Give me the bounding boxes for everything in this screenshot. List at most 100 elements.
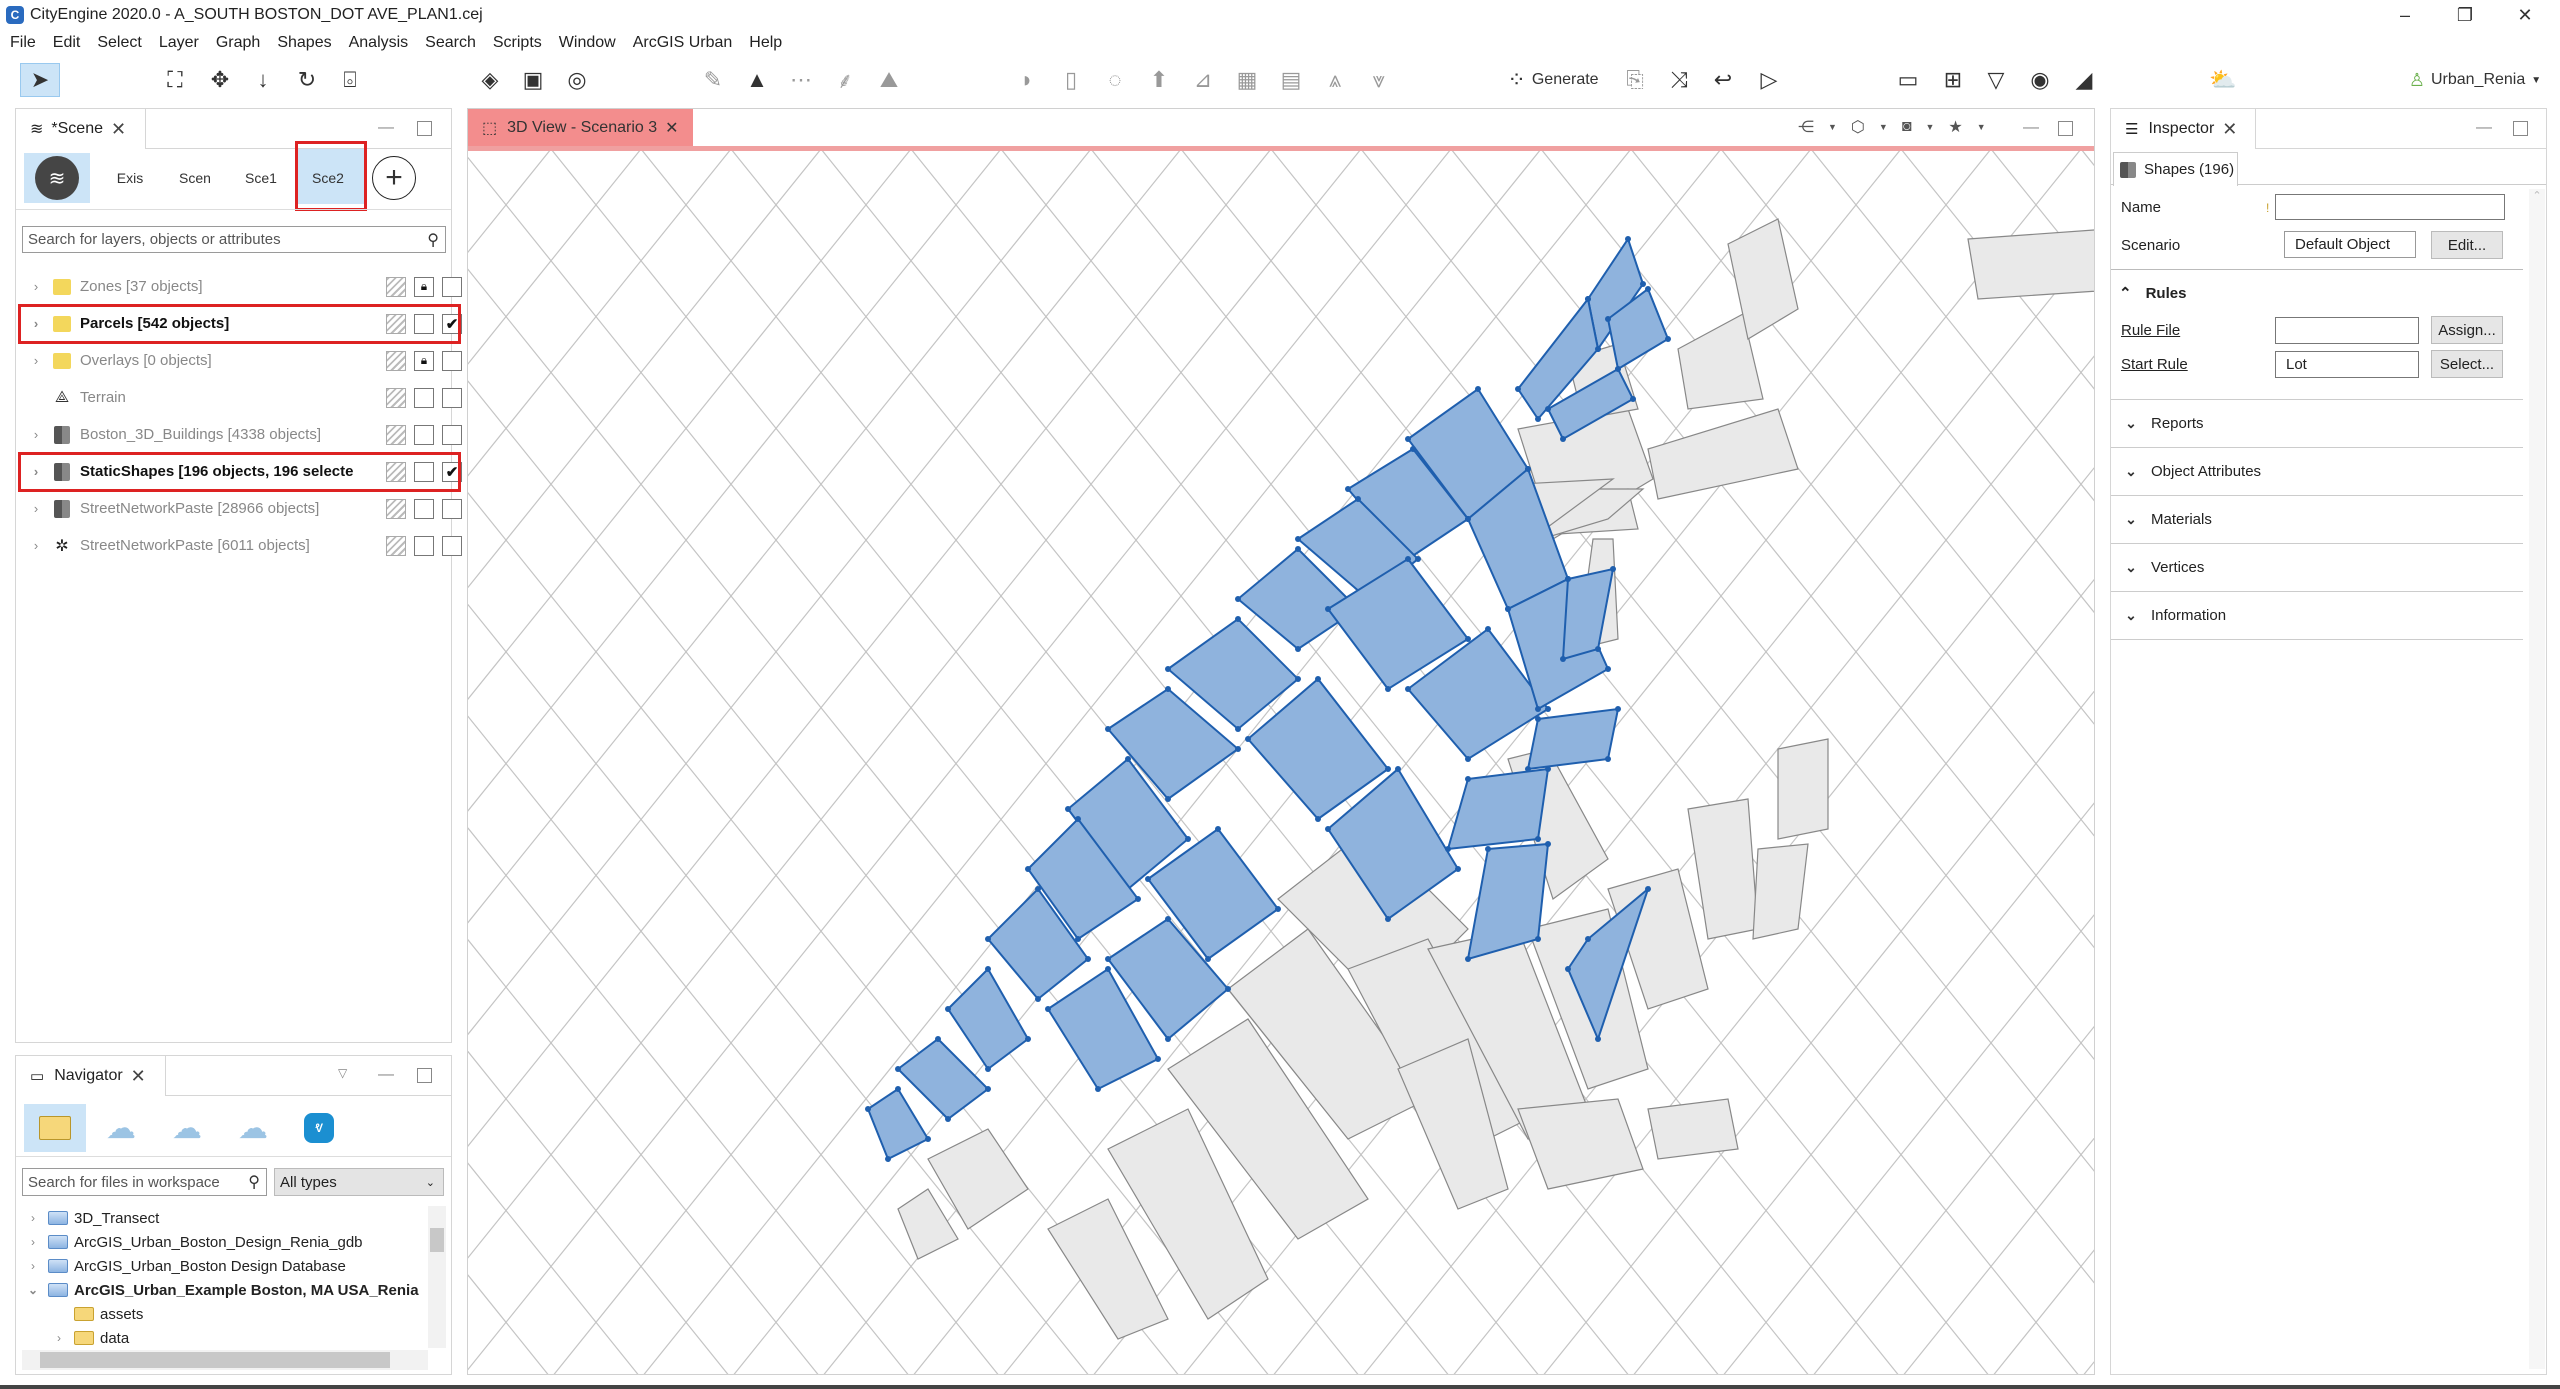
- vertex-handle[interactable]: [1025, 866, 1031, 872]
- scrollbar-thumb[interactable]: [40, 1352, 390, 1368]
- layer-select-checkbox[interactable]: [442, 387, 462, 408]
- vertex-handle[interactable]: [1315, 676, 1321, 682]
- vertex-handle[interactable]: [1410, 446, 1416, 452]
- vertex-handle[interactable]: [1545, 406, 1551, 412]
- vertex-handle[interactable]: [1325, 826, 1331, 832]
- selected-parcel[interactable]: [866, 1087, 930, 1161]
- select-rule-button[interactable]: Select...: [2431, 350, 2503, 378]
- collapse-icon[interactable]: ⌄: [24, 1283, 42, 1297]
- layer-row-boston-3d-buildings[interactable]: › Boston_3D_Buildings [4338 objects]: [26, 417, 462, 452]
- minimize-icon[interactable]: —: [2476, 119, 2492, 137]
- layer-visibility-toggle[interactable]: [386, 276, 406, 297]
- vertex-handle[interactable]: [985, 1086, 991, 1092]
- section-information[interactable]: ⌄ Information: [2111, 592, 2523, 640]
- vertex-handle[interactable]: [1465, 776, 1471, 782]
- vertex-handle[interactable]: [1295, 546, 1301, 552]
- tab-navigator[interactable]: ▭ Navigator ✕: [16, 1056, 166, 1096]
- tab-3d-view[interactable]: ⬚ 3D View - Scenario 3 ✕: [468, 109, 693, 147]
- user-menu[interactable]: ♙ Urban_Renia ▼: [2405, 63, 2545, 97]
- expand-icon[interactable]: ›: [24, 1259, 42, 1273]
- layer-lock-toggle[interactable]: [414, 535, 434, 556]
- section-reports[interactable]: ⌄ Reports: [2111, 400, 2523, 448]
- selected-parcel[interactable]: [946, 967, 1030, 1071]
- street-select-button[interactable]: ▲: [742, 63, 772, 97]
- vertex-handle[interactable]: [1405, 556, 1411, 562]
- chevron-down-icon[interactable]: ▼: [1828, 122, 1837, 132]
- vertex-handle[interactable]: [1605, 756, 1611, 762]
- vertex-handle[interactable]: [1595, 346, 1601, 352]
- view-dome-button[interactable]: ◉: [2024, 63, 2056, 97]
- selected-parcel[interactable]: [1526, 707, 1620, 771]
- layer-visibility-toggle[interactable]: [386, 424, 406, 445]
- layer-row-streetnetworkpaste-1[interactable]: › StreetNetworkPaste [28966 objects]: [26, 491, 462, 526]
- section-vertices[interactable]: ⌄ Vertices: [2111, 544, 2523, 592]
- vertex-handle[interactable]: [1405, 436, 1411, 442]
- vertex-handle[interactable]: [895, 1066, 901, 1072]
- vertex-handle[interactable]: [1235, 616, 1241, 622]
- menu-layer[interactable]: Layer: [159, 34, 199, 52]
- vertex-handle[interactable]: [1515, 386, 1521, 392]
- menu-arcgis-urban[interactable]: ArcGIS Urban: [633, 34, 733, 52]
- vertex-handle[interactable]: [1585, 936, 1591, 942]
- menu-window[interactable]: Window: [559, 34, 616, 52]
- frame-button[interactable]: ⛶: [160, 63, 190, 97]
- maximize-icon[interactable]: [2058, 121, 2073, 136]
- vertex-handle[interactable]: [1295, 646, 1301, 652]
- vertical-scrollbar[interactable]: [428, 1206, 446, 1348]
- rules-section-header[interactable]: ⌃ Rules: [2119, 284, 2186, 303]
- selected-parcel[interactable]: [896, 1037, 990, 1121]
- view-corridor-button[interactable]: ▽: [1980, 63, 2012, 97]
- vertex-handle[interactable]: [1275, 906, 1281, 912]
- vertex-handle[interactable]: [1565, 576, 1571, 582]
- vertex-handle[interactable]: [1235, 746, 1241, 752]
- tree-item[interactable]: › 3D_Transect: [24, 1206, 159, 1230]
- close-button[interactable]: ✕: [2495, 0, 2555, 30]
- vertex-handle[interactable]: [1535, 416, 1541, 422]
- vertex-handle[interactable]: [1395, 766, 1401, 772]
- view-settings-icon[interactable]: ⋲: [1798, 117, 1814, 137]
- vertex-handle[interactable]: [1545, 706, 1551, 712]
- street-cleanup-button[interactable]: ⸙: [830, 63, 860, 97]
- tree-item[interactable]: assets: [50, 1302, 143, 1326]
- vertex-handle[interactable]: [1615, 366, 1621, 372]
- layer-lock-toggle[interactable]: 🔒︎: [414, 276, 434, 297]
- layer-lock-toggle[interactable]: 🔒︎: [414, 350, 434, 371]
- vertex-handle[interactable]: [1535, 836, 1541, 842]
- vertex-handle[interactable]: [1035, 886, 1041, 892]
- vertex-handle[interactable]: [1525, 466, 1531, 472]
- vertex-handle[interactable]: [1545, 841, 1551, 847]
- vertex-handle[interactable]: [985, 966, 991, 972]
- view-menu-icon[interactable]: ▽: [338, 1066, 347, 1080]
- menu-graph[interactable]: Graph: [216, 34, 260, 52]
- vertex-handle[interactable]: [1385, 686, 1391, 692]
- generate-button[interactable]: ⁘ Generate: [1498, 63, 1608, 97]
- vertex-handle[interactable]: [1665, 336, 1671, 342]
- vertex-handle[interactable]: [1235, 726, 1241, 732]
- random-seed-button[interactable]: ⤨: [1664, 63, 1694, 97]
- vertex-handle[interactable]: [1485, 626, 1491, 632]
- vertex-handle[interactable]: [1245, 736, 1251, 742]
- vertex-handle[interactable]: [1145, 876, 1151, 882]
- minimize-icon[interactable]: —: [2023, 119, 2039, 137]
- shadow-button[interactable]: ◢: [2068, 63, 2100, 97]
- vertex-handle[interactable]: [1615, 706, 1621, 712]
- chevron-down-icon[interactable]: ▼: [1925, 122, 1934, 132]
- workspace-folder-button[interactable]: [24, 1104, 86, 1152]
- layer-select-checkbox[interactable]: [442, 424, 462, 445]
- display-options-icon[interactable]: ⬡: [1851, 117, 1865, 137]
- my-content-button[interactable]: ☁: [90, 1104, 152, 1152]
- horizontal-scrollbar[interactable]: [22, 1350, 428, 1370]
- minimize-icon[interactable]: —: [378, 1066, 394, 1084]
- scale-button[interactable]: ↓: [248, 63, 278, 97]
- layer-select-checkbox[interactable]: [442, 276, 462, 297]
- vertex-handle[interactable]: [1125, 756, 1131, 762]
- polygon-shape-button[interactable]: ◗: [1012, 63, 1042, 97]
- paint-button[interactable]: ▤: [1276, 63, 1306, 97]
- expand-icon[interactable]: ›: [26, 279, 46, 294]
- start-rule-link[interactable]: Start Rule: [2121, 356, 2188, 373]
- layer-select-checkbox[interactable]: [442, 498, 462, 519]
- close-icon[interactable]: ✕: [2222, 119, 2237, 140]
- move-button[interactable]: ✥: [205, 63, 235, 97]
- scenario-sce1-button[interactable]: Sce1: [239, 156, 283, 200]
- vertex-handle[interactable]: [1560, 436, 1566, 442]
